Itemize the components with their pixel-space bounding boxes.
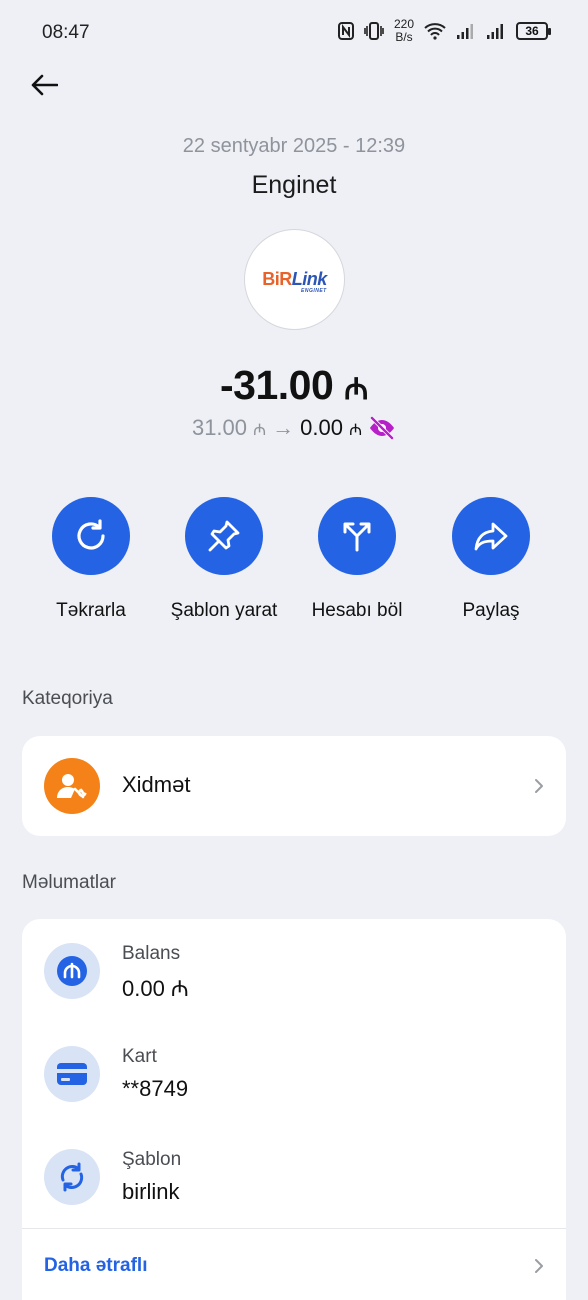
nfc-icon: [337, 22, 354, 40]
info-value: **8749: [122, 1076, 189, 1101]
status-icons: 220 B/s 36: [337, 17, 551, 44]
share-icon: [474, 522, 508, 551]
amount-currency: ₼: [344, 373, 368, 406]
category-icon: [44, 758, 100, 814]
balance-change: 31.00 ₼ → 0.00 ₼: [0, 415, 588, 441]
status-time: 08:47: [42, 22, 90, 43]
info-label: Şablon: [122, 1149, 182, 1170]
repeat-button[interactable]: Təkrarla: [26, 497, 156, 626]
info-icon: [44, 943, 100, 999]
action-circle[interactable]: [452, 497, 530, 575]
details-card: Balans 0.00 ₼ Kart **8749 Şablon birlink…: [22, 919, 566, 1300]
category-label: Xidmət: [122, 772, 191, 797]
status-bar: 08:47 220 B/s 36: [0, 0, 588, 64]
info-icon: [44, 1149, 100, 1205]
wifi-icon: [424, 23, 446, 40]
category-section-title: Kateqoriya: [22, 688, 113, 709]
vibrate-icon: [364, 22, 384, 40]
signal-icon: [457, 24, 473, 39]
info-value: 0.00 ₼: [122, 976, 189, 1001]
create-template-button[interactable]: Şablon yarat: [159, 497, 289, 626]
info-value: birlink: [122, 1179, 180, 1204]
balance-before: 31.00 ₼: [191, 415, 267, 440]
info-icon: [44, 1046, 100, 1102]
action-label: Hesabı böl: [311, 600, 403, 621]
more-details-link[interactable]: Daha ətraflı: [44, 1255, 147, 1277]
merchant-name: Enginet: [251, 171, 337, 199]
share-button[interactable]: Paylaş: [426, 497, 556, 626]
info-label: Kart: [122, 1046, 157, 1067]
action-circle[interactable]: [52, 497, 130, 575]
balance-after: 0.00 ₼: [300, 415, 363, 440]
refresh-icon: [77, 519, 105, 550]
pin-icon: [208, 520, 240, 552]
action-label: Təkrarla: [56, 600, 126, 621]
signal-icon: [487, 24, 503, 39]
divider: [22, 1228, 566, 1229]
transaction-date: 22 sentyabr 2025 - 12:39: [182, 135, 406, 157]
arrow-left-icon: [31, 74, 58, 96]
balance-row: Balans 0.00 ₼: [22, 943, 566, 1043]
category-card[interactable]: Xidmət: [22, 736, 566, 836]
transaction-amount: -31.00 ₼: [0, 362, 588, 409]
split-bill-button[interactable]: Hesabı böl: [292, 497, 422, 626]
battery-icon: 36: [516, 22, 551, 40]
details-section-title: Məlumatlar: [22, 872, 116, 893]
card-row: Kart **8749: [22, 1046, 566, 1146]
eye-off-icon[interactable]: [368, 416, 396, 440]
manat-icon: [57, 956, 87, 986]
user-wrench-icon: [57, 774, 87, 799]
merchant-logo: BiRLink ENGINET: [244, 229, 345, 330]
repeat-icon: [60, 1162, 84, 1192]
action-label: Paylaş: [462, 600, 520, 621]
split-icon: [343, 522, 371, 552]
logo-wordmark: BiRLink ENGINET: [262, 269, 327, 294]
template-row: Şablon birlink: [22, 1149, 566, 1249]
back-button[interactable]: [26, 68, 62, 102]
info-label: Balans: [122, 943, 181, 964]
net-speed: 220 B/s: [393, 17, 414, 44]
action-label: Şablon yarat: [170, 600, 278, 621]
chevron-right-icon: [535, 779, 543, 793]
card-icon: [57, 1063, 87, 1085]
chevron-right-icon[interactable]: [534, 1258, 544, 1274]
action-circle[interactable]: [318, 497, 396, 575]
arrow-right-icon: →: [272, 415, 295, 440]
action-circle[interactable]: [185, 497, 263, 575]
amount-value: -31.00: [220, 362, 334, 408]
